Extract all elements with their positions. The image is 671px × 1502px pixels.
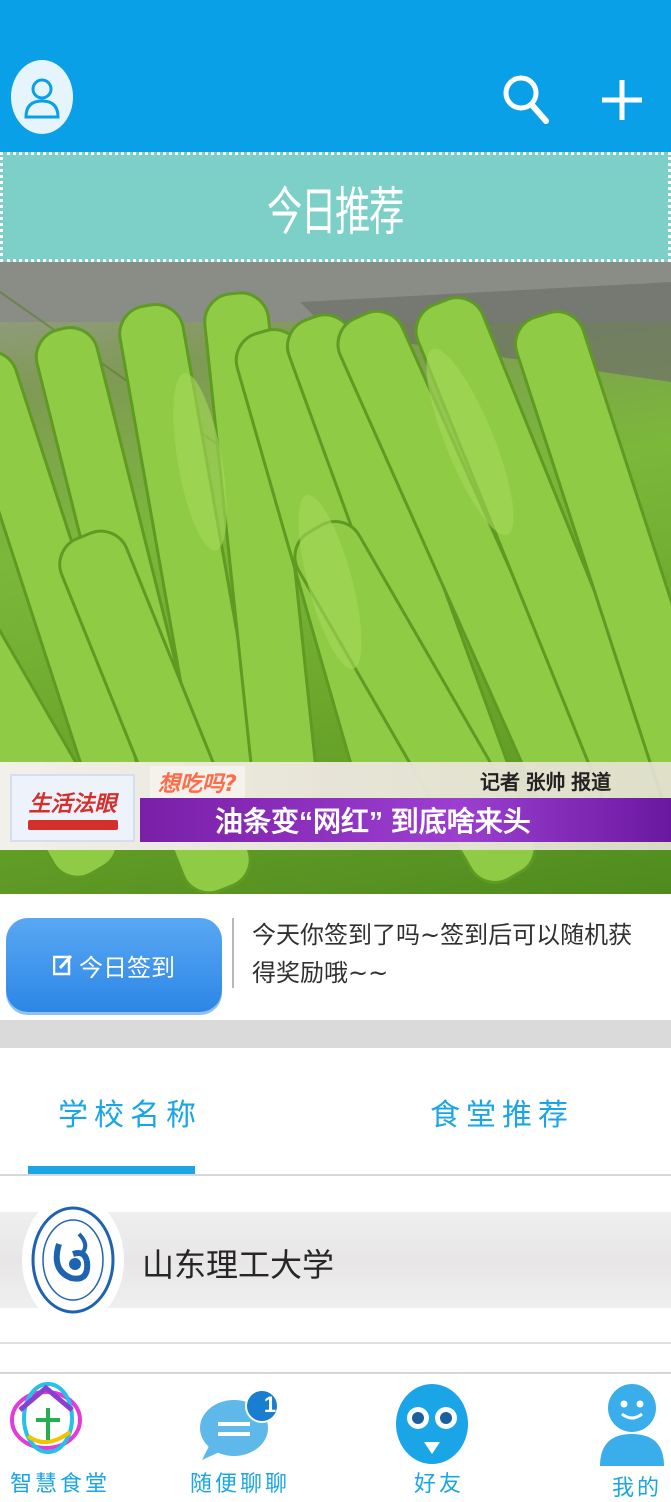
university-seal-icon xyxy=(22,1195,124,1325)
app-header xyxy=(0,0,671,152)
signin-divider xyxy=(232,918,234,988)
tab-divider xyxy=(0,1174,671,1176)
section-separator xyxy=(0,1020,671,1048)
tv-tag: 想吃吗? xyxy=(150,766,245,798)
nav-item-canteen[interactable]: 智慧食堂 xyxy=(0,1374,130,1502)
tv-channel-logo: 生活法眼 xyxy=(10,774,135,842)
nav-item-chat[interactable]: 1 随便聊聊 xyxy=(180,1374,300,1502)
search-icon[interactable] xyxy=(500,72,550,127)
tv-reporter: 记者 张帅 报道 xyxy=(480,772,612,794)
nav-label-mine: 我的 xyxy=(612,1476,663,1501)
canteen-logo-icon xyxy=(10,1382,82,1454)
tv-logo-bar xyxy=(27,820,118,830)
active-tab-indicator xyxy=(28,1166,195,1174)
user-avatar-icon[interactable] xyxy=(11,60,73,134)
tv-headline: 油条变“网红” 到底啥来头 xyxy=(215,806,531,837)
tab-canteen-recommend[interactable]: 食堂推荐 xyxy=(430,1090,574,1134)
signin-description: 今天你签到了吗~签到后可以随机获得奖励哦~~ xyxy=(252,921,633,987)
signin-button-label: 今日签到 xyxy=(79,953,175,982)
nav-label-friends: 好友 xyxy=(414,1472,465,1497)
bottom-navigation: 智慧食堂 1 随便聊聊 好友 我的 xyxy=(0,1372,671,1502)
list-divider xyxy=(0,1342,671,1344)
featured-food-image[interactable]: 生活法眼 想吃吗? 记者 张帅 报道 油条变“网红” 到底啥来头 xyxy=(0,262,671,894)
nav-item-mine[interactable]: 我的 xyxy=(580,1374,671,1502)
tv-headline-bar: 油条变“网红” 到底啥来头 xyxy=(140,798,671,842)
tab-bar: 学校名称 食堂推荐 xyxy=(0,1090,671,1176)
nav-item-friends[interactable]: 好友 xyxy=(380,1374,490,1502)
tab-school-name[interactable]: 学校名称 xyxy=(58,1090,202,1134)
school-name: 山东理工大学 xyxy=(142,1246,335,1284)
recommend-banner: 今日推荐 xyxy=(0,152,671,262)
signin-button[interactable]: 今日签到 xyxy=(6,918,222,1012)
friends-face-icon xyxy=(396,1384,468,1464)
tv-logo-text: 生活法眼 xyxy=(28,791,117,816)
nav-label-chat: 随便聊聊 xyxy=(190,1472,291,1497)
nav-label-canteen: 智慧食堂 xyxy=(10,1472,111,1497)
profile-person-icon xyxy=(600,1384,664,1466)
plus-icon[interactable] xyxy=(598,74,646,126)
edit-icon xyxy=(53,954,73,976)
chat-unread-badge: 1 xyxy=(263,1392,277,1417)
banner-title: 今日推荐 xyxy=(267,182,404,243)
